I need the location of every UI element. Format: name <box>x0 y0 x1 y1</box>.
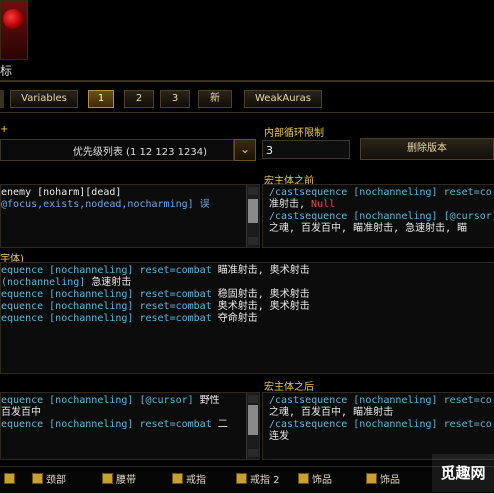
post-macro-editor[interactable]: /castsequence [nochanneling] reset=co 之魂,… <box>262 392 494 460</box>
tab-2[interactable]: 2 <box>124 90 154 108</box>
slot-checkbox[interactable] <box>366 473 377 484</box>
editor-lines: enemy [noharm][dead] @focus,exists,nodead… <box>1 187 210 211</box>
code-token: 准射击, <box>269 199 312 210</box>
code-token: 百发百中 <box>1 407 41 418</box>
slot-checkbox[interactable] <box>102 473 113 484</box>
code-token: equence [nochanneling] reset=combat <box>1 419 218 430</box>
code-token: equence [nochanneling] reset=combat <box>1 301 218 312</box>
code-line: equence [nochanneling] reset=combat 夺命射击 <box>1 313 310 325</box>
code-token: 之魂, 百发百中, 瞄准射击, 急速射击, 瞄 <box>269 223 468 234</box>
inner-loop-label: 内部循环限制 <box>264 128 324 139</box>
code-line: /castsequence [nochanneling] reset=co <box>269 187 494 199</box>
code-token: @focus,exists,nodead,nocharming] 误 <box>1 199 210 210</box>
scroll-down-icon[interactable] <box>248 237 258 245</box>
post-macro-label: 宏主体之后 <box>264 382 314 393</box>
slot-checkbox[interactable] <box>4 473 15 484</box>
code-token: 瞄准射击, 奥术射击 <box>217 265 310 276</box>
divider <box>0 80 494 82</box>
code-token: 急速射击 <box>91 277 132 288</box>
code-token: /castsequence [nochanneling] [@cursor] <box>269 211 494 222</box>
tab-variables[interactable]: Variables <box>10 90 78 108</box>
code-token: Null <box>311 199 336 210</box>
slot-checkbox[interactable] <box>298 473 309 484</box>
slot-label-ring1: 戒指 <box>186 475 206 486</box>
code-token: equence [nochanneling] [@cursor] <box>1 395 200 406</box>
code-token: 稳固射击, 奥术射击 <box>217 289 310 300</box>
code-line: 百发百中 <box>1 407 245 419</box>
code-line: (nochanneling] 急速射击 <box>1 277 310 289</box>
tab-1[interactable]: 1 <box>88 90 114 108</box>
keypress-editor[interactable]: enemy [noharm][dead] @focus,exists,nodead… <box>0 184 260 248</box>
equipment-slot-bar: 颈部 腰带 戒指 戒指 2 饰品 饰品 <box>0 466 494 493</box>
code-line: equence [nochanneling] reset=combat 稳固射击… <box>1 289 310 301</box>
code-token: enemy [noharm][dead] <box>1 187 122 198</box>
code-token: /castsequence [nochanneling] reset=co <box>269 419 492 430</box>
keyrelease-editor[interactable]: equence [nochanneling] [@cursor] 野性 百发百中 e… <box>0 392 260 460</box>
code-token: 连发 <box>269 431 289 442</box>
scroll-down-icon[interactable] <box>248 449 258 457</box>
slot-checkbox[interactable] <box>32 473 43 484</box>
tab-weakauras[interactable]: WeakAuras <box>244 90 322 108</box>
delete-version-button[interactable]: 删除版本 <box>360 138 494 160</box>
code-token: equence [nochanneling] reset=combat <box>1 265 218 276</box>
editor-lines: equence [nochanneling] reset=combat 瞄准射击… <box>1 265 310 325</box>
code-token: 之魂, 百发百中, 瞄准射击 <box>269 407 394 418</box>
code-line: 连发 <box>269 431 494 443</box>
macro-body-editor[interactable]: equence [nochanneling] reset=combat 瞄准射击… <box>0 262 494 374</box>
code-token: 奥术射击, 奥术射击 <box>217 301 310 312</box>
divider <box>0 112 494 113</box>
code-line: 之魂, 百发百中, 瞄准射击 <box>269 407 494 419</box>
section-label-left: + <box>0 124 9 135</box>
code-token: (nochanneling] <box>1 277 92 288</box>
scrollbar[interactable] <box>246 185 259 247</box>
code-token: equence [nochanneling] reset=combat <box>1 289 218 300</box>
watermark-logo: 觅趣网 <box>432 454 494 492</box>
code-token: 野性 <box>199 395 220 406</box>
code-line: @focus,exists,nodead,nocharming] 误 <box>1 199 210 211</box>
code-line: equence [nochanneling] reset=combat 瞄准射击… <box>1 265 310 277</box>
tab-new[interactable]: 新 <box>198 90 232 108</box>
code-line: equence [nochanneling] [@cursor] 野性 <box>1 395 245 407</box>
editor-lines: /castsequence [nochanneling] reset=co 准射击… <box>269 187 494 235</box>
scrollbar-thumb[interactable] <box>248 405 258 435</box>
scrollbar-thumb[interactable] <box>248 199 258 223</box>
code-line: equence [nochanneling] reset=combat 奥术射击… <box>1 301 310 313</box>
chevron-down-icon[interactable]: ⌄ <box>234 139 256 161</box>
code-token: 夺命射击 <box>217 313 258 324</box>
code-token: /castsequence [nochanneling] reset=co <box>269 187 492 198</box>
code-line: /castsequence [nochanneling] reset=co <box>269 419 494 431</box>
priority-dropdown-value: 优先级列表 (1 12 123 1234) <box>72 147 207 158</box>
slot-label-waist: 腰带 <box>116 475 136 486</box>
scroll-up-icon[interactable] <box>248 395 258 403</box>
slot-checkbox[interactable] <box>172 473 183 484</box>
slot-label-trinket2: 饰品 <box>380 475 400 486</box>
flame-icon <box>3 9 23 29</box>
slot-label-trinket1: 饰品 <box>312 475 332 486</box>
pre-macro-editor[interactable]: /castsequence [nochanneling] reset=co 准射击… <box>262 184 494 248</box>
editor-lines: /castsequence [nochanneling] reset=co 之魂,… <box>269 395 494 443</box>
tab-edge <box>0 90 4 108</box>
macro-icon[interactable] <box>0 0 28 60</box>
editor-lines: equence [nochanneling] [@cursor] 野性 百发百中 e… <box>1 395 245 431</box>
scroll-up-icon[interactable] <box>248 187 258 195</box>
code-line: 准射击, Null <box>269 199 494 211</box>
icon-label: 标 <box>0 64 13 78</box>
inner-loop-input[interactable]: 3 <box>262 140 350 159</box>
slot-checkbox[interactable] <box>236 473 247 484</box>
code-line: enemy [noharm][dead] <box>1 187 210 199</box>
code-line: 之魂, 百发百中, 瞄准射击, 急速射击, 瞄 <box>269 223 494 235</box>
slot-label-ring2: 戒指 2 <box>250 475 280 486</box>
code-token: /castsequence [nochanneling] reset=co <box>269 395 492 406</box>
code-line: /castsequence [nochanneling] [@cursor] <box>269 211 494 223</box>
priority-dropdown[interactable]: 优先级列表 (1 12 123 1234) <box>0 139 234 161</box>
code-token: 二 <box>217 419 228 430</box>
code-token: equence [nochanneling] reset=combat <box>1 313 218 324</box>
slot-label-neck: 颈部 <box>46 475 66 486</box>
code-line: /castsequence [nochanneling] reset=co <box>269 395 494 407</box>
scrollbar[interactable] <box>246 393 259 459</box>
code-line: equence [nochanneling] reset=combat 二 <box>1 419 245 431</box>
tab-3[interactable]: 3 <box>160 90 190 108</box>
